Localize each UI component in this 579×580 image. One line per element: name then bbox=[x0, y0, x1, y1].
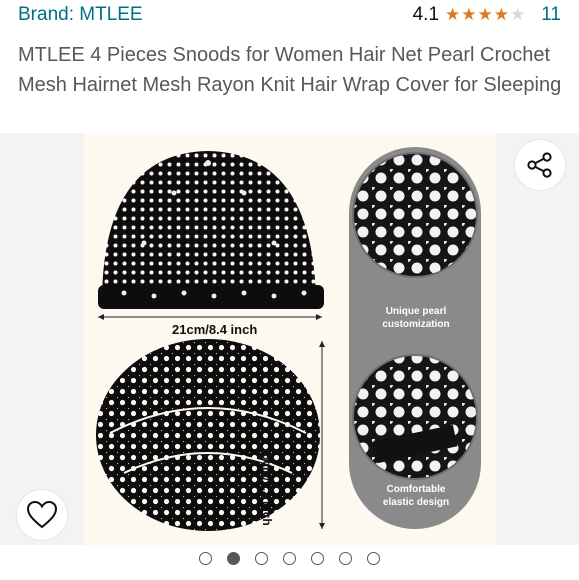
pagination-dot[interactable] bbox=[283, 552, 296, 565]
rating-value: 4.1 bbox=[412, 4, 440, 25]
star-empty-icon: ★ bbox=[510, 5, 526, 24]
star-icon: ★ bbox=[445, 5, 461, 24]
star-icon: ★ bbox=[493, 5, 510, 24]
feature-elastic-caption: Comfortable elastic design bbox=[382, 484, 450, 508]
pagination-dot[interactable] bbox=[311, 552, 324, 565]
wishlist-button[interactable] bbox=[17, 490, 67, 540]
pagination-dot[interactable] bbox=[339, 552, 352, 565]
star-icon: ★ bbox=[477, 5, 493, 24]
feature-pearl-caption: Unique pearl customization bbox=[382, 306, 450, 330]
pagination-dot[interactable] bbox=[367, 552, 380, 565]
star-rating: ★ ★ ★ ★ ★ bbox=[445, 5, 525, 25]
heart-icon bbox=[26, 500, 58, 529]
rating-summary[interactable]: 4.1 ★ ★ ★ ★ ★ 11 bbox=[413, 4, 561, 26]
gallery-pagination bbox=[0, 552, 579, 570]
pagination-dot-active[interactable] bbox=[227, 552, 240, 565]
share-button[interactable] bbox=[515, 140, 565, 190]
pagination-dot[interactable] bbox=[199, 552, 212, 565]
pagination-dot[interactable] bbox=[255, 552, 268, 565]
brand-link[interactable]: Brand: MTLEE bbox=[18, 4, 143, 26]
width-dimension-label: 21cm/8.4 inch bbox=[172, 322, 258, 337]
star-icon: ★ bbox=[461, 5, 477, 24]
share-icon bbox=[527, 152, 552, 178]
product-header: Brand: MTLEE 4.1 ★ ★ ★ ★ ★ 11 bbox=[0, 0, 579, 34]
product-title: MTLEE 4 Pieces Snoods for Women Hair Net… bbox=[18, 44, 562, 96]
review-count-link[interactable]: 11 bbox=[541, 4, 561, 26]
image-gallery[interactable]: 21cm/8.4 inch 18cm/7.2 inch Unique pearl… bbox=[0, 133, 579, 545]
product-image[interactable]: 21cm/8.4 inch 18cm/7.2 inch Unique pearl… bbox=[84, 133, 496, 545]
height-dimension-label: 18cm/7.2 inch bbox=[260, 447, 274, 526]
